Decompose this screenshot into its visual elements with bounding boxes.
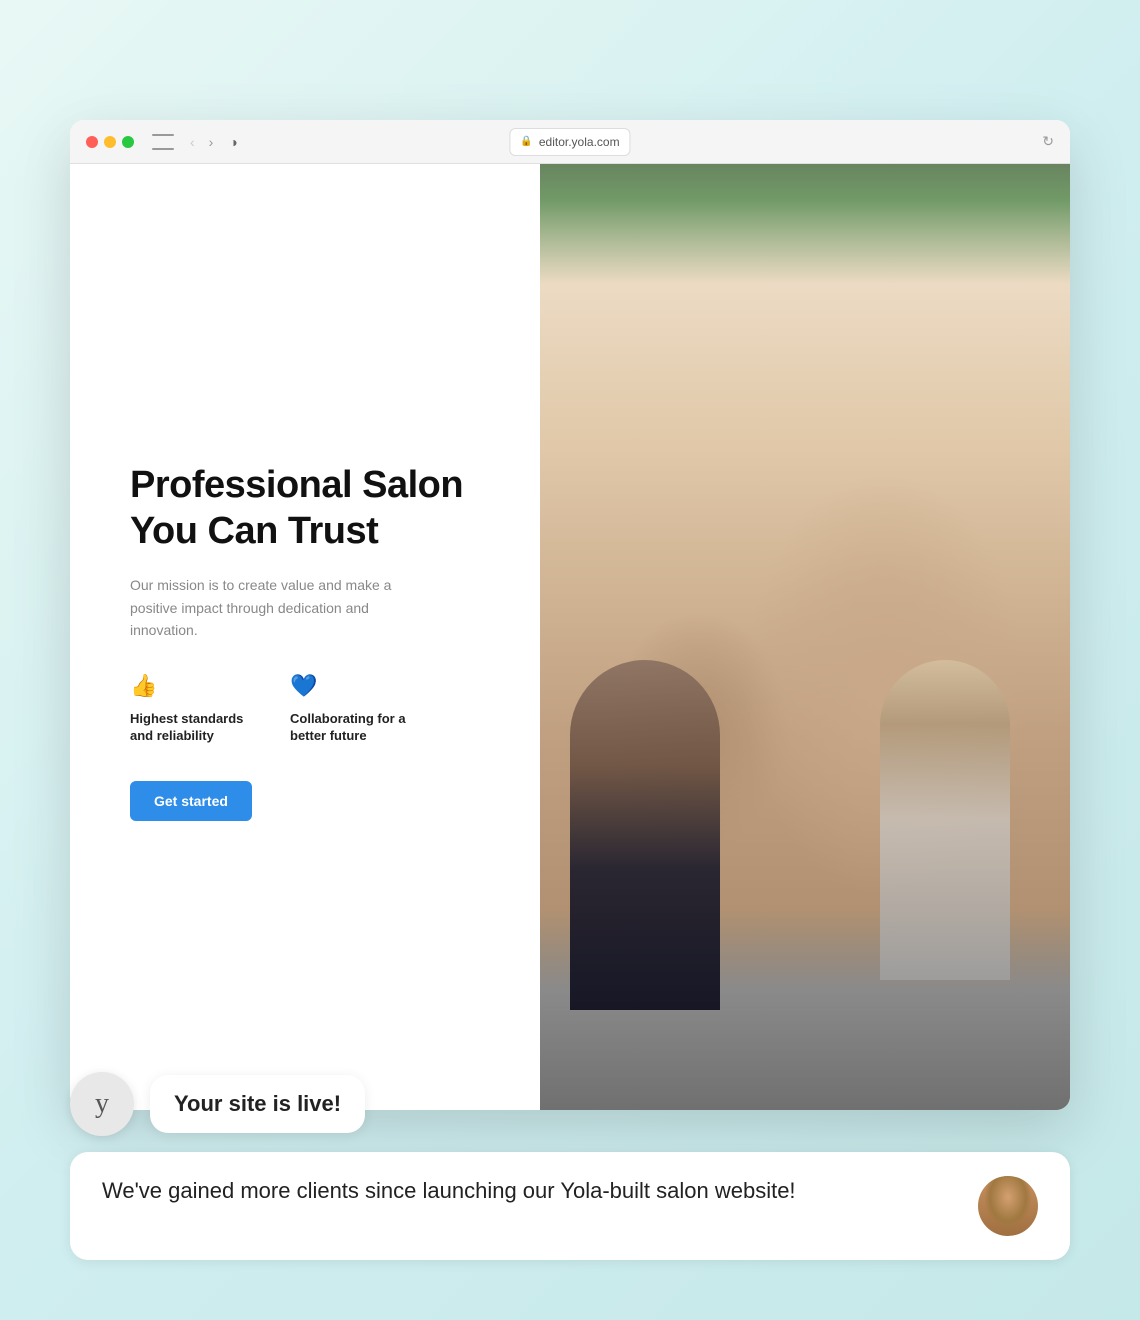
testimonial-bubble: We've gained more clients since launchin… [70,1152,1070,1260]
browser-window: ‹ › ◑ 🔒 editor.yola.com ↻ Professional S… [70,120,1070,1110]
content-right [540,164,1070,1110]
person-right [880,660,1010,980]
thumbs-up-icon: 👍 [130,673,250,699]
yola-avatar-letter: y [95,1088,109,1120]
lock-icon: 🔒 [520,136,532,147]
heart-icon: 💙 [290,673,410,699]
salon-image [540,164,1070,1110]
traffic-lights [86,136,134,148]
maximize-button[interactable] [122,136,134,148]
url-text: editor.yola.com [539,135,620,149]
sidebar-icon[interactable] [152,134,174,150]
person-left [570,660,720,1010]
feature-label-standards: Highest standards and reliability [130,711,250,745]
address-bar[interactable]: 🔒 editor.yola.com [509,128,630,156]
plant-overlay [540,164,1070,284]
notification-text: Your site is live! [174,1091,341,1116]
browser-nav: ‹ › [186,132,217,152]
minimize-button[interactable] [104,136,116,148]
forward-arrow[interactable]: › [205,132,218,152]
hero-description: Our mission is to create value and make … [130,574,410,641]
feature-label-collaborating: Collaborating for a better future [290,711,410,745]
shield-icon: ◑ [229,134,237,150]
chat-notification: y Your site is live! [70,1072,1070,1136]
user-avatar [978,1176,1038,1236]
user-avatar-inner [978,1176,1038,1236]
browser-toolbar: ‹ › ◑ 🔒 editor.yola.com ↻ [70,120,1070,164]
content-left: Professional Salon You Can Trust Our mis… [70,164,540,1110]
reload-button[interactable]: ↻ [1042,133,1054,150]
close-button[interactable] [86,136,98,148]
chat-area: y Your site is live! We've gained more c… [70,1072,1070,1260]
hero-title: Professional Salon You Can Trust [130,463,490,554]
back-arrow[interactable]: ‹ [186,132,199,152]
feature-item-collaborating: 💙 Collaborating for a better future [290,673,410,745]
testimonial-text: We've gained more clients since launchin… [102,1176,958,1207]
feature-item-standards: 👍 Highest standards and reliability [130,673,250,745]
browser-content: Professional Salon You Can Trust Our mis… [70,164,1070,1110]
features-row: 👍 Highest standards and reliability 💙 Co… [130,673,490,745]
notification-bubble: Your site is live! [150,1075,365,1133]
get-started-button[interactable]: Get started [130,781,252,821]
yola-avatar: y [70,1072,134,1136]
